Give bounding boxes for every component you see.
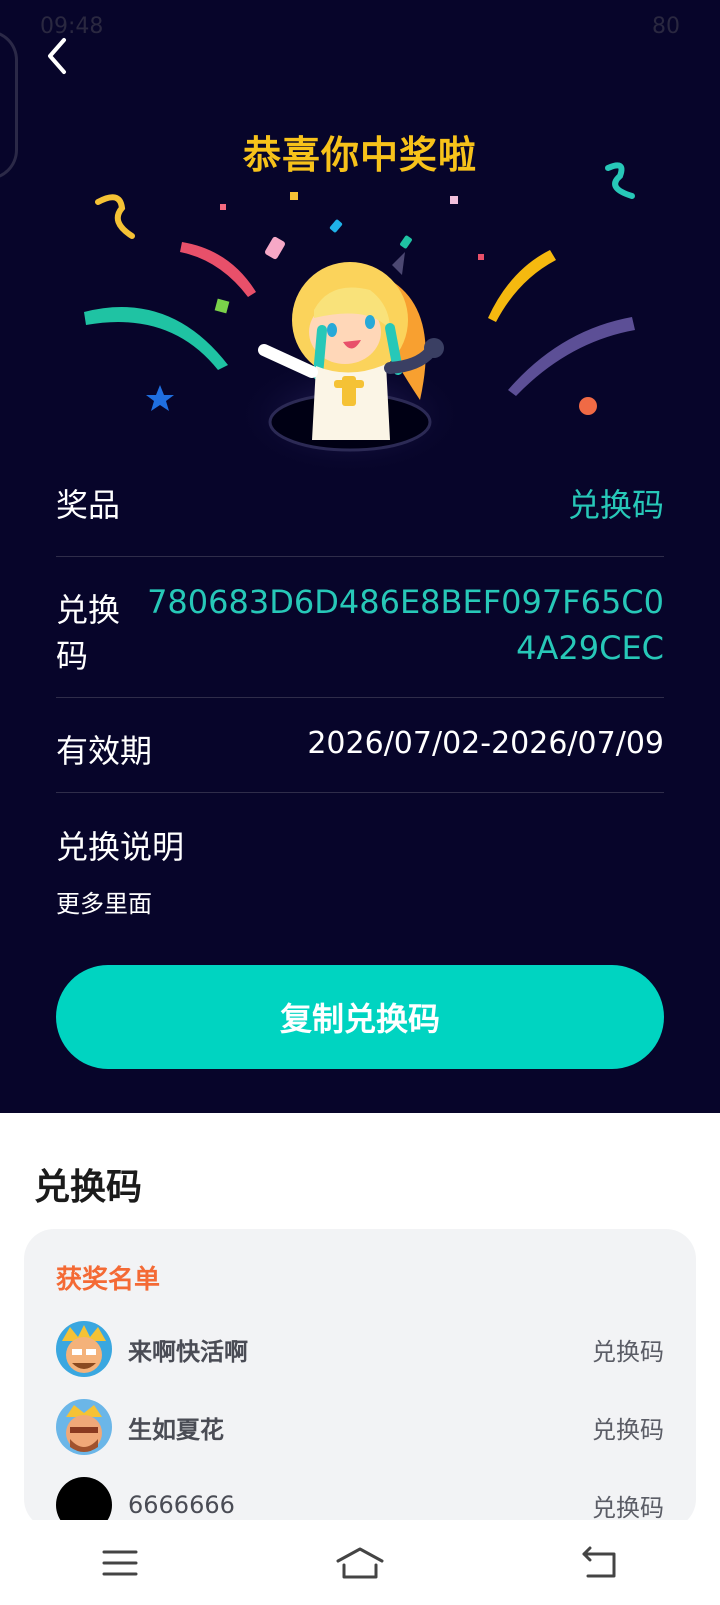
back-button[interactable] — [38, 36, 78, 76]
winner-prize: 兑换码 — [592, 1415, 664, 1444]
divider — [56, 697, 664, 698]
avatar-image — [56, 1321, 112, 1377]
chevron-left-icon — [48, 38, 66, 74]
code-row: 兑换码 780683D6D486E8BEF097F65C0 4A29CEC — [56, 583, 664, 677]
validity-value: 2026/07/02-2026/07/09 — [307, 726, 664, 761]
prize-value: 兑换码 — [567, 486, 664, 524]
winner-prize: 兑换码 — [592, 1337, 664, 1366]
validity-row: 有效期 2026/07/02-2026/07/09 — [56, 726, 664, 772]
instructions-title: 兑换说明 — [56, 828, 185, 866]
menu-icon — [102, 1550, 138, 1575]
home-button[interactable] — [330, 1543, 390, 1583]
code-value-line1: 780683D6D486E8BEF097F65C0 — [147, 583, 664, 621]
avatar-image — [56, 1399, 112, 1455]
divider — [56, 792, 664, 793]
prize-row: 奖品 兑换码 — [56, 480, 664, 526]
celebration-illustration — [84, 162, 635, 475]
winners-card: 获奖名单 来啊快活啊 兑换码 生如夏花 兑换码 6666666 兑换码 — [24, 1229, 696, 1529]
home-icon — [336, 1547, 384, 1578]
winner-prize: 兑换码 — [592, 1493, 664, 1522]
menu-button[interactable] — [90, 1543, 150, 1583]
code-label: 兑换码 — [56, 591, 121, 675]
code-value-line2: 4A29CEC — [516, 629, 664, 667]
prize-label: 奖品 — [56, 486, 121, 524]
prize-panel: 09:48 80 恭喜你中奖啦 奖品 兑换码 兑换码 780683D6D486E… — [0, 0, 720, 1113]
winner-name: 来啊快活啊 — [128, 1337, 248, 1366]
winners-title: 获奖名单 — [56, 1265, 161, 1295]
copy-code-button[interactable]: 复制兑换码 — [56, 965, 664, 1069]
avatar — [56, 1321, 112, 1377]
list-item[interactable]: 生如夏花 兑换码 — [56, 1399, 664, 1455]
code-value[interactable]: 780683D6D486E8BEF097F65C0 4A29CEC — [147, 579, 664, 671]
avatar — [56, 1399, 112, 1455]
return-icon — [582, 1546, 616, 1577]
instructions-text: 更多里面 — [56, 890, 152, 918]
validity-label: 有效期 — [56, 732, 153, 770]
back-nav-button[interactable] — [570, 1543, 630, 1583]
list-item[interactable]: 来啊快活啊 兑换码 — [56, 1321, 664, 1377]
winner-name: 6666666 — [128, 1491, 235, 1519]
system-navigation-bar — [0, 1520, 720, 1605]
winner-name: 生如夏花 — [128, 1415, 224, 1444]
status-bar: 09:48 80 — [40, 14, 680, 44]
section-title: 兑换码 — [34, 1167, 143, 1208]
divider — [56, 556, 664, 557]
status-battery: 80 — [652, 14, 680, 39]
